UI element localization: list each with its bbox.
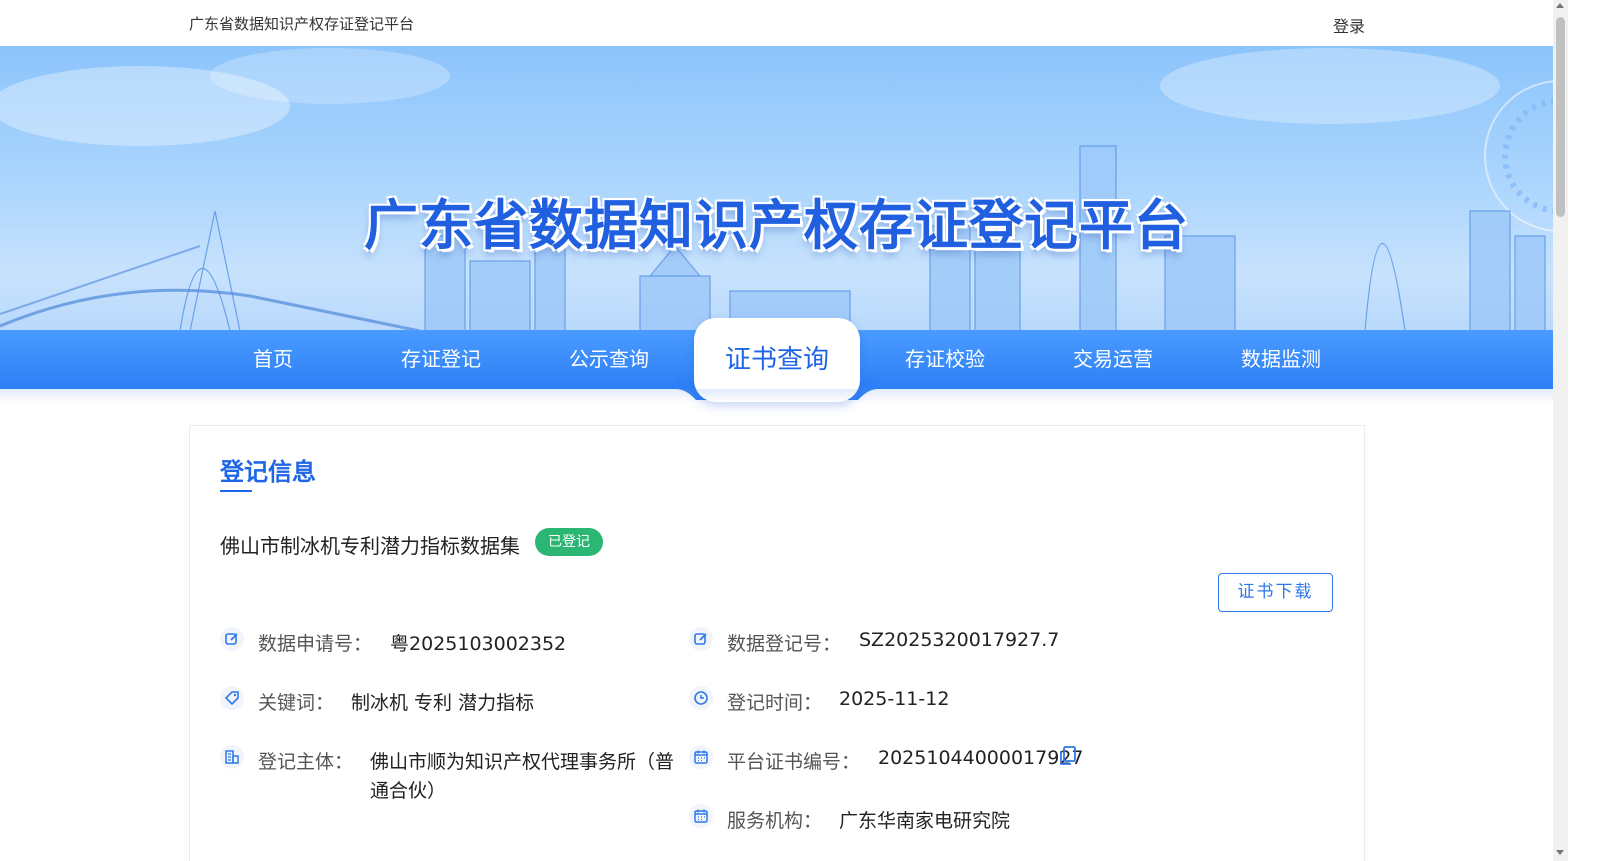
field-label: 数据申请号： [258, 633, 373, 655]
edit-icon [689, 627, 713, 651]
field-value-line2: 通合伙） [370, 780, 447, 802]
field-label: 数据登记号： [727, 633, 842, 655]
field-value: 粤2025103002352 [390, 633, 567, 655]
record-name: 佛山市制冰机专利潜力指标数据集 [220, 534, 520, 558]
certificate-download-button[interactable]: 证书下载 [1218, 573, 1333, 612]
banner-title: 广东省数据知识产权存证登记平台 [364, 194, 1189, 257]
page-scrollbar[interactable] [1553, 0, 1568, 861]
copy-icon[interactable] [1060, 746, 1076, 766]
login-link[interactable]: 登录 [1333, 13, 1365, 37]
field-value: SZ2025320017927.7 [859, 629, 1060, 651]
calendar-icon [689, 804, 713, 828]
field-value: 20251044000017927 [878, 747, 1084, 769]
clock-icon [689, 686, 713, 710]
scroll-down-arrow-icon[interactable] [1556, 850, 1564, 855]
field-value-line1: 佛山市顺为知识产权代理事务所（普 [370, 751, 675, 773]
status-badge: 已登记 [535, 528, 603, 556]
nav-item-public-query[interactable]: 公示查询 [525, 330, 693, 389]
field-label: 服务机构： [727, 810, 823, 832]
hero-banner: 广东省数据知识产权存证登记平台 [0, 46, 1553, 331]
building-icon [220, 745, 244, 769]
edit-icon [220, 627, 244, 651]
tag-icon [220, 686, 244, 710]
nav-item-monitoring[interactable]: 数据监测 [1197, 330, 1365, 389]
field-label: 登记时间： [727, 692, 823, 714]
section-title-underline [220, 490, 252, 492]
field-label: 登记主体： [258, 751, 354, 773]
field-label: 平台证书编号： [727, 751, 861, 773]
scroll-up-arrow-icon[interactable] [1556, 3, 1564, 8]
field-value: 广东华南家电研究院 [839, 810, 1011, 832]
nav-item-trading[interactable]: 交易运营 [1029, 330, 1197, 389]
field-label: 关键词： [258, 692, 335, 714]
section-title: 登记信息 [220, 458, 316, 486]
scroll-thumb[interactable] [1556, 17, 1565, 217]
top-bar: 广东省数据知识产权存证登记平台 登录 [0, 0, 1553, 46]
calendar-icon [689, 745, 713, 769]
nav-item-verification[interactable]: 存证校验 [861, 330, 1029, 389]
site-name: 广东省数据知识产权存证登记平台 [189, 15, 415, 33]
nav-item-registration[interactable]: 存证登记 [357, 330, 525, 389]
field-value: 制冰机 专利 潜力指标 [351, 692, 535, 714]
nav-shadow [0, 389, 1553, 403]
field-value: 2025-11-12 [839, 688, 950, 710]
nav-item-home[interactable]: 首页 [189, 330, 357, 389]
registration-info-card: 登记信息 佛山市制冰机专利潜力指标数据集 已登记 证书下载 数据申请号： 粤20… [189, 425, 1365, 861]
